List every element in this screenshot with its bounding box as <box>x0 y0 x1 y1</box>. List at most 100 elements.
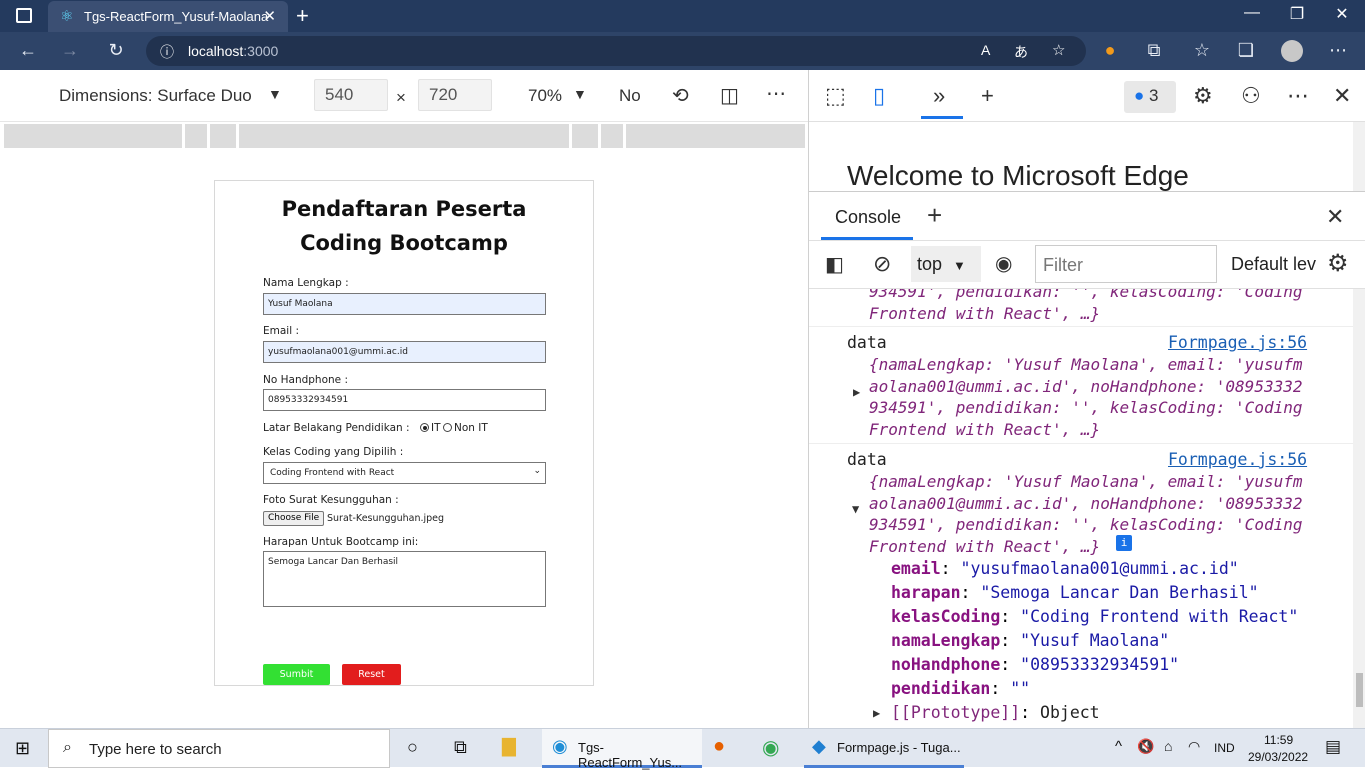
close-tab-icon[interactable]: ✕ <box>263 7 276 25</box>
email-input[interactable]: yusufmaolana001@ummi.ac.id <box>263 341 546 363</box>
forward-icon[interactable]: → <box>58 40 82 61</box>
taskbar-search[interactable]: ⌕ Type here to search <box>48 729 390 768</box>
chevron-down-icon: ⌄ <box>533 466 541 476</box>
scrollbar[interactable] <box>1353 122 1365 191</box>
add-tool-icon[interactable]: + <box>981 83 994 109</box>
console-output: 934591', pendidikan: '', kelasCoding: 'C… <box>809 289 1354 728</box>
taskbar-vscode-app[interactable]: ◆ Formpage.js - Tuga... <box>804 729 964 768</box>
harapan-label: Harapan Untuk Bootcamp ini: <box>263 536 419 548</box>
refresh-icon[interactable]: ↻ <box>104 40 128 61</box>
dual-screen-icon[interactable]: ◫ <box>720 83 739 108</box>
minimize-icon[interactable]: — <box>1232 4 1272 22</box>
width-input[interactable]: 540 <box>314 79 388 111</box>
chevron-down-icon[interactable]: ▼ <box>573 86 587 102</box>
more-icon[interactable]: ⋯ <box>1287 83 1309 109</box>
live-expression-icon[interactable]: ◉ <box>995 251 1012 276</box>
react-icon: ⚛ <box>60 8 74 25</box>
console-scrollbar[interactable] <box>1353 289 1365 728</box>
more-icon[interactable]: ⋯ <box>1326 40 1350 61</box>
expand-triangle-icon[interactable]: ▶ <box>853 385 860 399</box>
close-window-icon[interactable]: ✕ <box>1322 4 1362 24</box>
nama-label: Nama Lengkap : <box>263 277 349 289</box>
phone-input[interactable]: 08953332934591 <box>263 389 546 411</box>
kelas-select[interactable]: Coding Frontend with React ⌄ <box>263 462 546 484</box>
firefox-icon[interactable]: ● <box>713 735 725 758</box>
clock-date[interactable]: 29/03/2022 <box>1248 750 1308 764</box>
console-toolbar: ◧ ⊘ top ▼ ◉ Filter Default lev ⚙ <box>809 241 1365 289</box>
collections-icon[interactable]: ❏ <box>1234 40 1258 61</box>
source-link[interactable]: Formpage.js:56 <box>1168 450 1307 469</box>
language-indicator[interactable]: IND <box>1214 741 1235 755</box>
close-drawer-icon[interactable]: ✕ <box>1326 204 1344 230</box>
extension-badge-icon[interactable]: ● <box>1098 40 1122 61</box>
form-title: Pendaftaran Peserta Coding Bootcamp <box>281 197 527 255</box>
dimensions-select[interactable]: Dimensions: Surface Duo <box>59 86 252 106</box>
restore-icon[interactable]: ❐ <box>1277 4 1317 24</box>
issues-badge[interactable]: ● 3 <box>1124 81 1176 113</box>
taskbar-edge-app[interactable]: ◉ Tgs-ReactForm_Yus... <box>542 729 702 770</box>
wifi-icon[interactable]: ◠ <box>1188 738 1200 755</box>
zoom-select[interactable]: 70% <box>528 86 562 106</box>
source-link[interactable]: Formpage.js:56 <box>1168 333 1307 352</box>
cortana-icon[interactable]: ○ <box>407 737 418 758</box>
chevron-down-icon[interactable]: ▼ <box>268 86 282 102</box>
info-icon[interactable]: ⓘ <box>160 42 174 62</box>
taskbar: ⊞ ⌕ Type here to search ○ ⧉ ▇ ◉ Tgs-Reac… <box>0 728 1365 770</box>
devtools-panel: ⬚ ▯ » + ● 3 ⚙ ⚇ ⋯ ✕ Welcome to Microsoft… <box>808 70 1365 728</box>
notifications-icon[interactable]: ▤ <box>1325 737 1341 757</box>
filter-input[interactable]: Filter <box>1035 245 1217 283</box>
rotate-icon[interactable]: ⟲ <box>672 83 689 108</box>
profile-avatar[interactable] <box>1281 40 1303 62</box>
console-tabbar: Console + ✕ <box>809 191 1365 241</box>
reset-button[interactable]: Reset <box>342 664 401 685</box>
add-panel-icon[interactable]: + <box>927 200 942 231</box>
inspect-icon[interactable]: ⬚ <box>825 83 846 109</box>
sidebar-toggle-icon[interactable]: ◧ <box>825 252 844 277</box>
extensions-icon[interactable]: ⧉ <box>1142 40 1166 61</box>
log-label: data <box>847 333 887 352</box>
url-field[interactable]: ⓘ localhost:3000 A あ ☆ <box>146 36 1086 66</box>
harapan-textarea[interactable]: Semoga Lancar Dan Berhasil <box>263 551 546 607</box>
customize-icon[interactable]: ⚇ <box>1241 83 1261 109</box>
browser-tab[interactable]: ⚛ Tgs-ReactForm_Yusuf-Maolana ✕ <box>48 1 288 32</box>
tab-actions-icon[interactable] <box>16 8 32 23</box>
prop-email: email: "yusufmaolana001@ummi.ac.id" <box>891 559 1239 578</box>
add-favorite-icon[interactable]: ☆ <box>1052 41 1065 59</box>
read-aloud-icon[interactable]: A <box>981 42 990 58</box>
volume-icon[interactable]: 🔇 <box>1137 738 1154 755</box>
submit-button[interactable]: Sumbit <box>263 664 330 685</box>
phone-label: No Handphone : <box>263 374 348 386</box>
choose-file-button[interactable]: Choose File <box>263 511 325 526</box>
log-levels-select[interactable]: Default lev <box>1231 254 1323 275</box>
back-icon[interactable]: ← <box>16 40 40 61</box>
throttle-select[interactable]: No <box>619 86 641 106</box>
network-icon[interactable]: ⌂ <box>1164 738 1172 754</box>
windows-start-icon[interactable]: ⊞ <box>15 738 30 759</box>
radio-non-it[interactable] <box>443 423 452 432</box>
file-explorer-icon[interactable]: ▇ <box>502 736 516 757</box>
collapse-triangle-icon[interactable]: ▼ <box>852 502 859 516</box>
tab-console[interactable]: Console <box>835 207 901 228</box>
translate-icon[interactable]: あ <box>1014 42 1028 62</box>
clear-console-icon[interactable]: ⊘ <box>873 251 891 277</box>
radio-it[interactable] <box>420 423 429 432</box>
close-devtools-icon[interactable]: ✕ <box>1333 83 1351 109</box>
chrome-icon[interactable]: ◉ <box>762 735 779 760</box>
more-tools-icon[interactable]: » <box>933 83 945 109</box>
nama-input[interactable]: Yusuf Maolana <box>263 293 546 315</box>
favorites-icon[interactable]: ☆ <box>1190 40 1214 61</box>
clock-time[interactable]: 11:59 <box>1264 733 1293 747</box>
media-query-bar[interactable] <box>4 124 805 148</box>
chevron-up-icon[interactable]: ^ <box>1115 738 1122 755</box>
task-view-icon[interactable]: ⧉ <box>454 737 467 758</box>
new-tab-icon[interactable]: + <box>296 3 309 29</box>
console-settings-icon[interactable]: ⚙ <box>1327 249 1349 278</box>
context-select[interactable]: top ▼ <box>911 246 981 282</box>
info-icon[interactable]: i <box>1116 535 1132 551</box>
height-input[interactable]: 720 <box>418 79 492 111</box>
device-emulation-icon[interactable]: ▯ <box>873 83 885 109</box>
gear-icon[interactable]: ⚙ <box>1193 83 1213 109</box>
expand-prototype-icon[interactable]: ▶ <box>873 706 880 720</box>
more-options-icon[interactable]: ⋯ <box>766 81 786 106</box>
search-placeholder: Type here to search <box>89 741 222 758</box>
